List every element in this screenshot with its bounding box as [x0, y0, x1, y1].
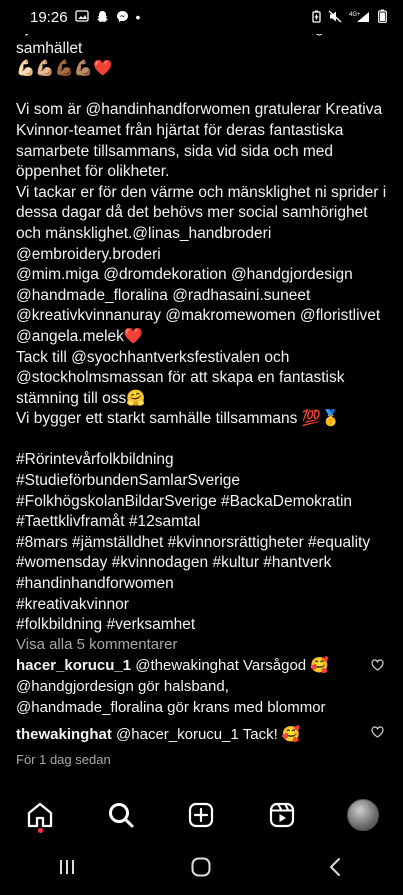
battery-saver-icon: [312, 10, 321, 25]
comment-username[interactable]: hacer_korucu_1: [16, 657, 131, 674]
mute-icon: [328, 9, 342, 25]
gallery-icon: [74, 10, 89, 24]
status-dot: •: [135, 9, 141, 25]
caption-hashtags[interactable]: #Rörintevårfolkbildning #Studieförbunden…: [16, 450, 388, 635]
recent-apps-icon[interactable]: [57, 857, 77, 882]
post-caption: nyanlända kvinnor arbetar vi för sociala…: [16, 18, 388, 636]
status-time: 19:26: [30, 8, 68, 26]
comment-username[interactable]: thewakinghat: [16, 726, 112, 743]
notification-dot: [37, 828, 43, 833]
comment-item: hacer_korucu_1 @thewakinghat Varsågod 🥰 …: [16, 655, 356, 718]
create-icon[interactable]: [181, 795, 221, 835]
bottom-navigation: [0, 786, 403, 844]
avatar[interactable]: [346, 799, 379, 831]
caption-spacer: [16, 80, 388, 101]
4g-signal-icon: 4G+: [349, 10, 371, 25]
reels-icon[interactable]: [262, 795, 302, 835]
like-comment-heart-icon[interactable]: [371, 659, 385, 673]
battery-icon: [378, 9, 387, 25]
system-navigation-bar: [0, 844, 403, 895]
messenger-icon: [116, 10, 129, 25]
caption-spacer: [16, 430, 388, 451]
caption-line: samhället: [16, 39, 83, 57]
caption-body: Vi som är @handinhandforwomen gratulerar…: [16, 101, 387, 428]
home-button-icon[interactable]: [190, 856, 212, 883]
post-timestamp: För 1 dag sedan: [16, 752, 111, 767]
svg-text:4G+: 4G+: [349, 12, 361, 18]
search-icon[interactable]: [101, 795, 141, 835]
profile-avatar[interactable]: [343, 795, 383, 835]
snapchat-icon: [96, 10, 109, 25]
status-left: 19:26 •: [30, 9, 140, 26]
comment-text: @hacer_korucu_1 Tack! 🥰: [111, 726, 301, 743]
status-bar: 19:26 • 4G+: [0, 0, 403, 34]
caption-emojis: 💪🏻💪🏼💪🏾💪🏽❤️: [16, 60, 113, 78]
like-comment-heart-icon[interactable]: [371, 726, 385, 740]
status-right: 4G+: [312, 9, 387, 25]
comment-item: thewakinghat @hacer_korucu_1 Tack! 🥰: [16, 724, 356, 745]
view-all-comments-link[interactable]: Visa alla 5 kommentarer: [16, 636, 177, 653]
back-icon[interactable]: [326, 857, 346, 882]
home-icon[interactable]: [20, 795, 60, 835]
